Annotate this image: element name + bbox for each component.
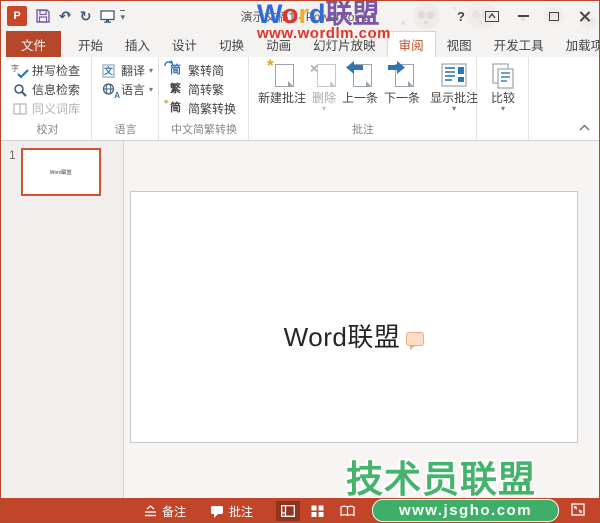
next-comment-button[interactable]: 下一条 [381, 61, 423, 105]
ribbon-review: 字 拼写检查 信息检索 同义词库 校对 文 翻译 ▾ A 语言 ▾ 语言 简 繁… [1, 56, 599, 141]
fit-slide-to-window-button[interactable] [567, 500, 589, 522]
tab-addins[interactable]: 加载项 [555, 31, 599, 57]
tab-design[interactable]: 设计 [161, 31, 208, 57]
help-icon[interactable]: ? [453, 8, 469, 24]
undo-icon[interactable]: ↶ ▾ [59, 9, 71, 23]
ribbon-group-comments: * 新建批注 × 删除 ▾ 上一条 下一条 显示批注 ▾ 批注 [249, 56, 478, 140]
comments-button[interactable]: 批注 [205, 500, 258, 523]
slide-number: 1 [9, 148, 16, 162]
book-icon [11, 101, 28, 117]
thesaurus-button: 同义词库 [9, 99, 86, 118]
status-bar: 备注 批注 [1, 498, 599, 523]
show-comments-icon [441, 63, 467, 89]
slide-canvas[interactable]: Word联盟 [130, 191, 578, 443]
slide-text-line: Word联盟 [131, 317, 577, 354]
language-button[interactable]: A 语言 ▾ [98, 80, 154, 100]
previous-comment-icon [346, 61, 373, 89]
tab-animations[interactable]: 动画 [255, 31, 302, 57]
traditional-to-simplified-button[interactable]: 简 繁转简 [164, 59, 243, 80]
next-comment-icon [388, 61, 415, 89]
slide-thumbnail[interactable]: Word联盟 [20, 148, 101, 196]
comments-icon [211, 505, 224, 518]
quick-access-toolbar: P ↶ ▾ ↻ ▾ [7, 6, 126, 26]
chevron-down-icon: ▾ [500, 104, 505, 113]
tab-insert[interactable]: 插入 [114, 31, 161, 57]
close-icon[interactable] [577, 8, 593, 24]
globe-icon: A [100, 82, 120, 100]
show-comments-button[interactable]: 显示批注 ▾ [427, 61, 481, 113]
comment-bubble-icon[interactable] [406, 332, 425, 350]
ribbon-group-compare: 比较 ▾ [477, 57, 529, 140]
tab-view[interactable]: 视图 [436, 31, 483, 57]
group-label-proofing: 校对 [36, 124, 59, 136]
customize-qat-icon[interactable]: ▾ [120, 9, 126, 23]
skull-decoration [413, 3, 439, 29]
previous-comment-button[interactable]: 上一条 [339, 61, 381, 105]
chevron-down-icon: ▾ [149, 85, 154, 94]
ribbon-group-chinese-conversion: 简 繁转简 繁 简转繁 简 * 简繁转换 中文简繁转换 [159, 57, 249, 140]
convert-icon: 简 * [164, 97, 181, 114]
workspace: 1 Word联盟 Word联盟 [1, 141, 599, 498]
ribbon-group-proofing: 字 拼写检查 信息检索 同义词库 校对 [3, 57, 92, 140]
slide-text[interactable]: Word联盟 [284, 322, 401, 352]
trad-to-simp-icon: 简 [164, 59, 184, 79]
compare-icon [490, 63, 516, 89]
slideshow-from-start-icon[interactable] [100, 9, 116, 23]
translate-icon: 文 [102, 63, 115, 78]
simp-to-trad-icon: 繁 [170, 83, 181, 95]
notes-icon [145, 505, 156, 517]
slide-editing-area: Word联盟 [124, 141, 599, 498]
tab-home[interactable]: 开始 [67, 31, 114, 57]
collapse-ribbon-icon[interactable] [579, 120, 590, 134]
research-icon [11, 82, 28, 98]
chevron-down-icon: ▾ [149, 66, 154, 75]
tab-transitions[interactable]: 切换 [208, 31, 255, 57]
redo-icon[interactable]: ↻ [80, 9, 92, 23]
save-icon[interactable] [36, 9, 50, 23]
maximize-icon[interactable] [546, 8, 562, 24]
slide-thumbnail-panel: 1 Word联盟 [1, 141, 124, 498]
chevron-down-icon: ▾ [322, 104, 327, 113]
new-comment-button[interactable]: * 新建批注 [255, 56, 309, 105]
simplified-to-traditional-button[interactable]: 繁 简转繁 [165, 80, 243, 99]
undo-dropdown-icon[interactable]: ▾ [67, 12, 71, 20]
powerpoint-logo-icon[interactable]: P [7, 6, 27, 26]
tab-file[interactable]: 文件 [6, 31, 62, 57]
delete-comment-button: × 删除 ▾ [310, 60, 337, 113]
spell-check-icon: 字 [11, 63, 29, 79]
reading-view-button[interactable] [335, 501, 360, 521]
group-label-chinese-conversion: 中文简繁转换 [171, 124, 237, 136]
chevron-down-icon: ▾ [452, 104, 457, 113]
dot-decoration [401, 21, 405, 25]
minimize-icon[interactable] [515, 8, 531, 24]
simplified-traditional-convert-button[interactable]: 简 * 简繁转换 [164, 97, 243, 118]
group-label-comments: 批注 [352, 124, 374, 136]
tab-review[interactable]: 审阅 [386, 31, 436, 57]
view-switcher [276, 501, 360, 521]
spell-check-button[interactable]: 字 拼写检查 [9, 61, 86, 80]
compare-button[interactable]: 比较 ▾ [487, 61, 519, 113]
window-title: 演示文稿1 - PowerPoint [240, 9, 368, 24]
ribbon-group-language: 文 翻译 ▾ A 语言 ▾ 语言 [92, 57, 159, 140]
slide-sorter-view-button[interactable] [306, 501, 329, 521]
notes-button[interactable]: 备注 [139, 500, 191, 523]
powerpoint-window: P ↶▾ ↻ ▾ 演示文稿1 - PowerPoint ? 文件 开始 插入 [0, 0, 600, 523]
translate-button[interactable]: 文 翻译 ▾ [98, 61, 153, 80]
thumbnail-text: Word联盟 [49, 169, 72, 176]
research-button[interactable]: 信息检索 [9, 80, 86, 99]
title-bar: P ↶ ▾ ↻ ▾ 演示文稿1 - PowerPoint ? [1, 1, 599, 31]
ribbon-tab-bar: 文件 开始 插入 设计 切换 动画 幻灯片放映 审阅 视图 开发工具 加载项 胡… [1, 31, 599, 57]
ribbon-display-options-icon[interactable] [484, 8, 500, 24]
new-comment-icon: * [267, 56, 294, 89]
window-controls: ? [453, 8, 593, 24]
tab-developer[interactable]: 开发工具 [483, 31, 555, 57]
sparkle-icon: * [164, 97, 169, 110]
tab-slideshow[interactable]: 幻灯片放映 [302, 31, 387, 57]
group-label-language: 语言 [114, 124, 137, 136]
delete-comment-icon: × [310, 60, 337, 89]
normal-view-button[interactable] [276, 501, 301, 521]
